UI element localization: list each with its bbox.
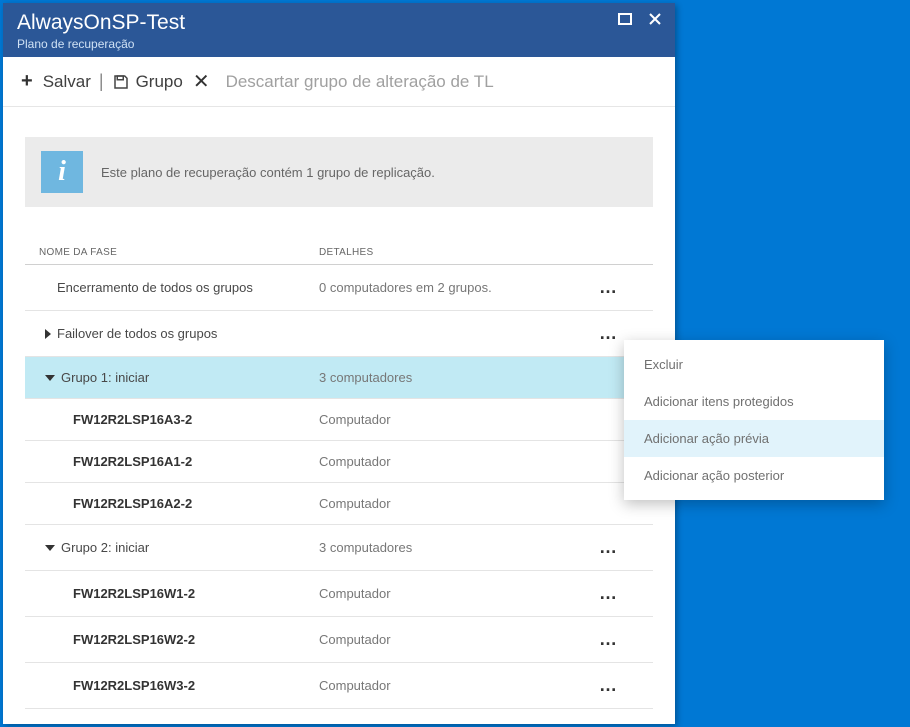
chevron-right-icon[interactable] — [45, 329, 51, 339]
row-actions-button[interactable]: … — [599, 629, 639, 650]
row-details: Computador — [319, 586, 599, 601]
table-row[interactable]: FW12R2LSP16A1-2 Computador — [25, 441, 653, 483]
table-row[interactable]: FW12R2LSP16A3-2 Computador — [25, 399, 653, 441]
discard-icon: ✕ — [193, 69, 210, 94]
phases-grid: NOME DA FASE DETALHES Encerramento de to… — [25, 241, 653, 709]
context-menu: ExcluirAdicionar itens protegidosAdicion… — [624, 340, 884, 500]
table-row[interactable]: Failover de todos os grupos … — [25, 311, 653, 357]
save-icon — [112, 73, 130, 91]
row-details: 3 computadores — [319, 540, 599, 555]
toolbar-separator: | — [99, 71, 104, 92]
row-details: Computador — [319, 632, 599, 647]
info-text: Este plano de recuperação contém 1 grupo… — [101, 165, 435, 180]
plus-icon: + — [21, 70, 33, 93]
phase-name: Encerramento de todos os grupos — [39, 280, 253, 295]
panel-subtitle: Plano de recuperação — [17, 37, 661, 51]
computer-name: FW12R2LSP16W1-2 — [39, 586, 195, 601]
recovery-plan-panel: AlwaysOnSP-Test Plano de recuperação + S… — [3, 3, 675, 724]
computer-name: FW12R2LSP16W3-2 — [39, 678, 195, 693]
discard-button[interactable]: ✕ — [189, 67, 214, 96]
computer-name: FW12R2LSP16A3-2 — [39, 412, 192, 427]
table-row[interactable]: Encerramento de todos os grupos 0 computa… — [25, 265, 653, 311]
ellipsis-icon: … — [599, 583, 618, 603]
row-details: Computador — [319, 496, 599, 511]
table-row[interactable]: FW12R2LSP16W2-2 Computador… — [25, 617, 653, 663]
window-controls — [611, 7, 669, 31]
computer-name: FW12R2LSP16W2-2 — [39, 632, 195, 647]
menu-item[interactable]: Adicionar ação posterior — [624, 457, 884, 494]
phase-name: Grupo 2: iniciar — [61, 540, 149, 555]
phase-name: Grupo 1: iniciar — [61, 370, 149, 385]
restore-button[interactable] — [611, 7, 639, 31]
save-label: Salvar — [43, 72, 91, 92]
group-label: Grupo — [136, 72, 183, 92]
group-button[interactable]: Grupo — [108, 70, 187, 94]
restore-icon — [618, 13, 632, 25]
row-details: Computador — [319, 678, 599, 693]
panel-title: AlwaysOnSP-Test — [17, 11, 661, 35]
row-actions-button[interactable]: … — [599, 583, 639, 604]
grid-header: NOME DA FASE DETALHES — [25, 241, 653, 265]
table-row[interactable]: Grupo 2: iniciar 3 computadores… — [25, 525, 653, 571]
table-row[interactable]: FW12R2LSP16W1-2 Computador… — [25, 571, 653, 617]
column-name-header: NOME DA FASE — [39, 247, 319, 258]
column-details-header: DETALHES — [319, 247, 599, 258]
info-icon: i — [41, 151, 83, 193]
table-row[interactable]: Grupo 1: iniciar 3 computadores — [25, 357, 653, 399]
row-details: 0 computadores em 2 grupos. — [319, 280, 599, 295]
panel-header: AlwaysOnSP-Test Plano de recuperação — [3, 3, 675, 57]
ellipsis-icon: … — [599, 537, 618, 557]
row-actions-button[interactable]: … — [599, 675, 639, 696]
menu-item[interactable]: Adicionar itens protegidos — [624, 383, 884, 420]
table-row[interactable]: FW12R2LSP16W3-2 Computador… — [25, 663, 653, 709]
ellipsis-icon: … — [599, 323, 618, 343]
ellipsis-icon: … — [599, 629, 618, 649]
phase-name: Failover de todos os grupos — [57, 326, 217, 341]
menu-item[interactable]: Adicionar ação prévia — [624, 420, 884, 457]
row-details: Computador — [319, 454, 599, 469]
computer-name: FW12R2LSP16A2-2 — [39, 496, 192, 511]
ellipsis-icon: … — [599, 675, 618, 695]
content-area: i Este plano de recuperação contém 1 gru… — [3, 107, 675, 724]
close-icon — [648, 12, 662, 26]
close-button[interactable] — [641, 7, 669, 31]
row-details: 3 computadores — [319, 370, 599, 385]
row-actions-button[interactable]: … — [599, 277, 639, 298]
computer-name: FW12R2LSP16A1-2 — [39, 454, 192, 469]
save-button[interactable]: Salvar — [39, 70, 95, 94]
add-group-button[interactable]: + — [17, 68, 37, 95]
table-row[interactable]: FW12R2LSP16A2-2 Computador — [25, 483, 653, 525]
toolbar: + Salvar | Grupo ✕ Descartar grupo de al… — [3, 57, 675, 107]
chevron-down-icon[interactable] — [45, 545, 55, 551]
discard-label: Descartar grupo de alteração de TL — [226, 72, 494, 92]
info-box: i Este plano de recuperação contém 1 gru… — [25, 137, 653, 207]
row-details: Computador — [319, 412, 599, 427]
chevron-down-icon[interactable] — [45, 375, 55, 381]
row-actions-button[interactable]: … — [599, 537, 639, 558]
menu-item[interactable]: Excluir — [624, 346, 884, 383]
ellipsis-icon: … — [599, 277, 618, 297]
